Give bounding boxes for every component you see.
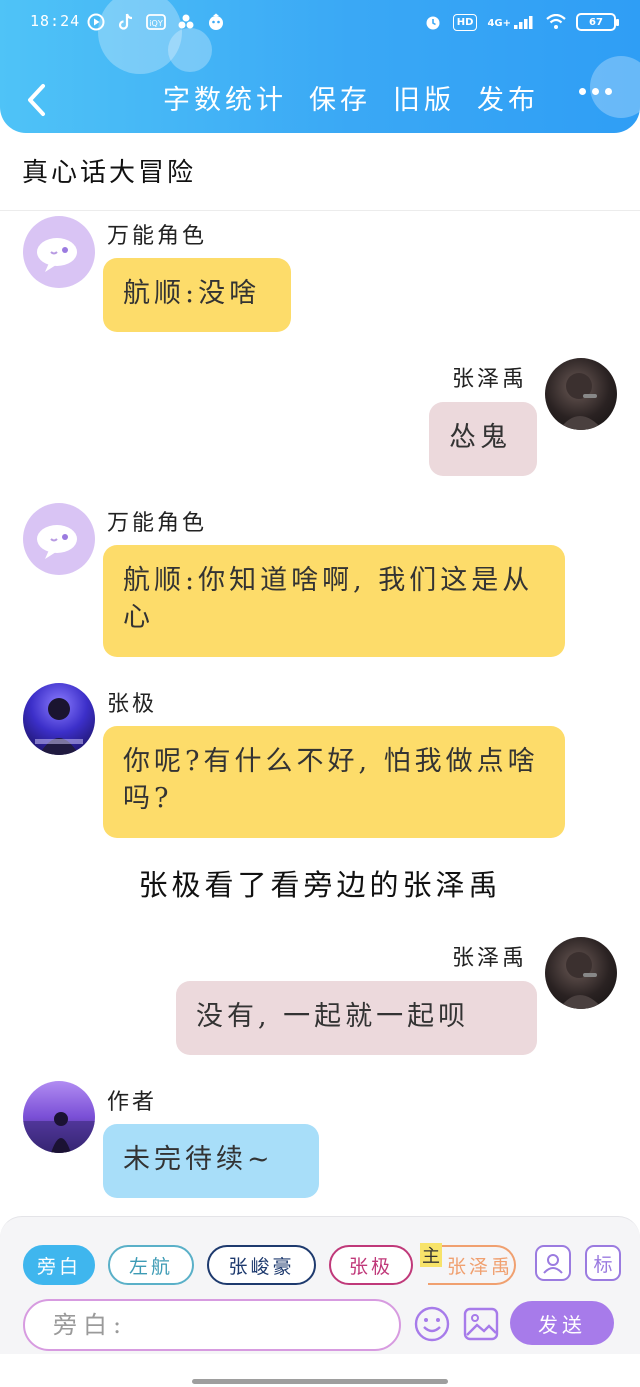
status-app-icons: iQY <box>86 12 226 32</box>
avatar-zhang-zeyu[interactable] <box>545 358 617 430</box>
status-time: 18:24 <box>30 12 81 30</box>
battery-icon: 67 <box>576 13 619 31</box>
role-chip-label: 张极 <box>348 1255 393 1278</box>
emoji-button[interactable] <box>413 1305 451 1343</box>
message-bubble[interactable]: 航顺:你知道啥啊, 我们这是从心 <box>103 545 565 657</box>
game-app-icon <box>206 12 226 32</box>
save-button[interactable]: 保存 <box>309 78 371 117</box>
role-chip-narrator[interactable]: 旁白 <box>23 1245 95 1285</box>
role-chip-zhang-ji[interactable]: 张极 <box>329 1245 413 1285</box>
alarm-icon <box>423 12 443 32</box>
main-role-badge: 主 <box>420 1243 442 1267</box>
chat-bubble-icon <box>37 238 77 272</box>
role-chip-zuo-hang[interactable]: 左航 <box>108 1245 194 1285</box>
speaker-name: 作者 <box>107 1090 158 1115</box>
back-button[interactable] <box>18 80 54 120</box>
role-chip-zhang-junhao[interactable]: 张峻豪 <box>207 1245 316 1285</box>
role-manage-button[interactable] <box>535 1245 571 1281</box>
narration-text[interactable]: 张极看了看旁边的张泽禹 <box>0 862 640 904</box>
tag-label: 标 <box>593 1253 613 1276</box>
image-button[interactable] <box>462 1305 500 1343</box>
hd-badge: HD <box>452 13 478 31</box>
avatar-author[interactable] <box>23 1081 95 1153</box>
message-bubble[interactable]: 航顺:没啥 <box>103 258 291 332</box>
divider <box>0 210 640 211</box>
role-chip-label: 张峻豪 <box>228 1255 295 1278</box>
top-header: 18:24 iQY HD 4G+ 67 字数统计 保存 旧版 发布 <box>0 0 640 133</box>
network-indicator: 4G+ <box>487 15 536 29</box>
iqiyi-icon: iQY <box>146 12 166 32</box>
more-dots-icon[interactable] <box>579 88 612 95</box>
video-app-icon <box>86 12 106 32</box>
chat-bubble-icon <box>37 525 77 559</box>
speaker-name: 张泽禹 <box>452 367 528 392</box>
speaker-name: 张泽禹 <box>452 946 528 971</box>
role-chip-label: 旁白 <box>36 1255 81 1278</box>
composer-panel: 旁白 左航 张峻豪 张极 张泽禹 主 标 发送 <box>0 1216 640 1354</box>
message-bubble[interactable]: 你呢?有什么不好, 怕我做点啥吗? <box>103 726 565 838</box>
message-input[interactable] <box>23 1299 401 1351</box>
battery-level: 67 <box>589 16 603 28</box>
chevron-left-icon <box>28 84 45 116</box>
person-photo-icon <box>559 373 603 430</box>
story-title[interactable]: 真心话大冒险 <box>22 152 196 189</box>
status-right-icons: HD 4G+ 67 <box>423 12 619 32</box>
signal-icon <box>514 16 533 29</box>
avatar-zhang-ji[interactable] <box>23 683 95 755</box>
avatar-universal-role[interactable] <box>23 503 95 575</box>
message-bubble[interactable]: 没有, 一起就一起呗 <box>176 981 537 1055</box>
image-icon <box>463 1307 499 1341</box>
status-bar: 18:24 iQY HD 4G+ 67 <box>0 8 640 40</box>
word-count-button[interactable]: 字数统计 <box>163 78 287 117</box>
avatar-zhang-zeyu[interactable] <box>545 937 617 1009</box>
person-photo-icon <box>23 1112 95 1153</box>
role-chip-label: 左航 <box>128 1255 173 1278</box>
send-label: 发送 <box>538 1312 586 1337</box>
person-card-icon <box>543 1254 563 1274</box>
message-bubble[interactable]: 怂鬼 <box>429 402 537 476</box>
send-button[interactable]: 发送 <box>510 1301 614 1345</box>
svg-text:iQY: iQY <box>149 19 163 28</box>
avatar-universal-role[interactable] <box>23 216 95 288</box>
speaker-name: 万能角色 <box>107 224 208 249</box>
network-label: 4G+ <box>487 18 511 29</box>
tag-button[interactable]: 标 <box>585 1245 621 1281</box>
old-version-button[interactable]: 旧版 <box>393 78 455 117</box>
fan-app-icon <box>176 12 196 32</box>
speaker-name: 张极 <box>107 692 158 717</box>
message-bubble[interactable]: 未完待续~ <box>103 1124 319 1198</box>
person-photo-icon <box>35 698 83 755</box>
speaker-name: 万能角色 <box>107 511 208 536</box>
nav-bar: 字数统计 保存 旧版 发布 <box>0 72 640 126</box>
tiktok-icon <box>116 12 136 32</box>
home-indicator[interactable] <box>192 1379 448 1384</box>
publish-button[interactable]: 发布 <box>477 78 539 117</box>
person-photo-icon <box>559 952 603 1009</box>
smiley-icon <box>414 1306 450 1342</box>
nav-actions: 字数统计 保存 旧版 发布 <box>163 78 539 117</box>
wifi-icon <box>546 12 566 32</box>
